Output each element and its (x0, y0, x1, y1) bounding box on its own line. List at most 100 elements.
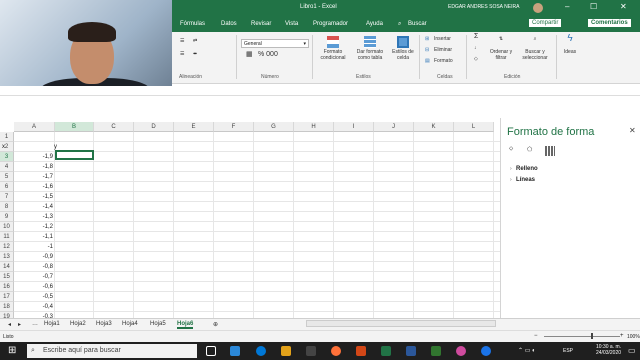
tell-me-search[interactable]: Buscar (408, 21, 427, 27)
column-header[interactable]: L (454, 122, 494, 132)
format-as-table-button[interactable]: Dar formato como tabla (352, 36, 388, 61)
zoom-slider-thumb[interactable] (591, 333, 593, 339)
cell-x-value[interactable]: -0,8 (14, 262, 53, 272)
user-name[interactable]: EDGAR ANDRES SOSA NEIRA (448, 4, 519, 10)
clear-icon[interactable]: ◇ (474, 56, 478, 62)
excel-icon[interactable] (381, 346, 391, 356)
number-format-buttons[interactable]: % 000 (258, 51, 278, 58)
cell-x-value[interactable]: -0,7 (14, 272, 53, 282)
row-header[interactable]: 5 (0, 172, 14, 182)
insert-button[interactable]: Insertar (434, 36, 451, 42)
sort-filter-button[interactable]: ⇅ Ordenar y filtrar (486, 36, 516, 61)
row-header[interactable]: 6 (0, 182, 14, 192)
system-clock[interactable]: 10:30 a. m. 24/03/2020 (596, 344, 621, 356)
sheet-tab[interactable]: Hoja1 (44, 321, 60, 327)
tab-datos[interactable]: Datos (221, 21, 237, 27)
zoom-out-icon[interactable]: − (534, 333, 538, 339)
row-header[interactable]: 7 (0, 192, 14, 202)
row-header[interactable]: 13 (0, 252, 14, 262)
number-format-select[interactable]: General ▾ (241, 39, 309, 48)
row-header[interactable]: 8 (0, 202, 14, 212)
row-header[interactable]: 9 (0, 212, 14, 222)
column-header[interactable]: F (214, 122, 254, 132)
taskbar-search[interactable]: ⌕ Escribe aquí para buscar (27, 344, 197, 358)
prev-sheet-icon[interactable]: ◂ (8, 321, 11, 328)
cell-x-value[interactable]: -1,1 (14, 232, 53, 242)
ideas-button[interactable]: ϟ Ideas (560, 34, 580, 56)
next-sheet-icon[interactable]: ▸ (18, 321, 21, 328)
zoom-slider[interactable] (544, 336, 620, 337)
column-header[interactable]: B (55, 122, 94, 132)
zoom-in-icon[interactable]: + (620, 333, 624, 339)
cell-x-value[interactable]: -1,3 (14, 212, 53, 222)
cell-x-value[interactable]: -1,5 (14, 192, 53, 202)
column-header[interactable]: I (334, 122, 374, 132)
cell-styles-button[interactable]: Estilos de celda (390, 36, 416, 61)
horizontal-scrollbar[interactable] (306, 320, 496, 327)
delete-icon[interactable]: ⊟ (425, 47, 429, 53)
section-lineas[interactable]: Líneas (516, 177, 535, 183)
search-icon[interactable]: ⌕ (398, 21, 401, 28)
word-icon[interactable] (406, 346, 416, 356)
tab-formulas[interactable]: Fórmulas (180, 21, 205, 27)
close-icon[interactable]: ✕ (629, 126, 636, 135)
size-properties-icon[interactable] (545, 146, 555, 156)
currency-icon[interactable]: ▦ (246, 51, 253, 58)
format-button[interactable]: Formato (434, 58, 453, 64)
cell-x-value[interactable]: -0,5 (14, 292, 53, 302)
tab-programador[interactable]: Programador (313, 21, 348, 27)
file-explorer-icon[interactable] (281, 346, 291, 356)
close-icon[interactable]: ✕ (620, 2, 627, 11)
row-header[interactable]: 18 (0, 302, 14, 312)
sheet-tab[interactable]: Hoja4 (122, 321, 138, 327)
conditional-format-button[interactable]: Formato condicional (316, 36, 350, 61)
column-header[interactable]: K (414, 122, 454, 132)
section-relleno[interactable]: Relleno (516, 166, 538, 172)
formula-bar[interactable] (0, 86, 640, 96)
cell-x-value[interactable]: -1,8 (14, 162, 53, 172)
sheet-tab[interactable]: Hoja6 (177, 321, 194, 329)
notifications-icon[interactable]: ▭ (628, 346, 636, 355)
column-header[interactable]: D (134, 122, 174, 132)
share-button[interactable]: Compartir (529, 19, 562, 27)
sheet-tab[interactable]: Hoja3 (96, 321, 112, 327)
chrome-icon[interactable] (481, 346, 491, 356)
row-header[interactable]: 11 (0, 232, 14, 242)
row-header[interactable]: 4 (0, 162, 14, 172)
windows-start-icon[interactable]: ⊞ (8, 345, 16, 356)
fill-icon[interactable]: ↓ (474, 45, 477, 51)
delete-button[interactable]: Eliminar (434, 47, 452, 53)
cell-x-value[interactable]: -1,6 (14, 182, 53, 192)
cell-x-value[interactable]: -0,9 (14, 252, 53, 262)
cell-x-value[interactable]: -1 (14, 242, 53, 252)
align-center-icon[interactable]: ☰ (180, 51, 184, 57)
align-left-icon[interactable]: ☰ (180, 38, 184, 44)
selected-cell[interactable] (55, 150, 94, 160)
row-header[interactable]: 16 (0, 282, 14, 292)
app-icon[interactable] (456, 346, 466, 356)
cell-x-value[interactable]: -1,2 (14, 222, 53, 232)
cell-x-value[interactable]: -0,4 (14, 302, 53, 312)
column-header[interactable]: A (14, 122, 55, 132)
cell-x-value[interactable]: -0,6 (14, 282, 53, 292)
find-select-button[interactable]: ⌕ Buscar y seleccionar (517, 36, 553, 61)
merge-center-icon[interactable]: ⬌ (193, 51, 197, 57)
row-header[interactable]: 15 (0, 272, 14, 282)
add-sheet-icon[interactable]: ⊕ (213, 321, 218, 328)
tab-revisar[interactable]: Revisar (251, 21, 271, 27)
insert-icon[interactable]: ⊞ (425, 36, 429, 42)
format-icon[interactable]: ▤ (425, 58, 430, 64)
cell-x-value[interactable]: -1,7 (14, 172, 53, 182)
row-header[interactable]: 12 (0, 242, 14, 252)
column-header[interactable]: H (294, 122, 334, 132)
column-header[interactable]: C (94, 122, 134, 132)
store-icon[interactable] (306, 346, 316, 356)
minimize-icon[interactable]: – (565, 2, 569, 11)
maximize-icon[interactable]: ☐ (590, 2, 597, 11)
row-header[interactable]: 17 (0, 292, 14, 302)
avatar[interactable] (533, 3, 543, 13)
sheet-tab[interactable]: Hoja2 (70, 321, 86, 327)
cell-x-value[interactable]: -1,9 (14, 152, 53, 162)
wrap-text-icon[interactable]: ⇄ (193, 38, 197, 44)
tab-vista[interactable]: Vista (285, 21, 298, 27)
